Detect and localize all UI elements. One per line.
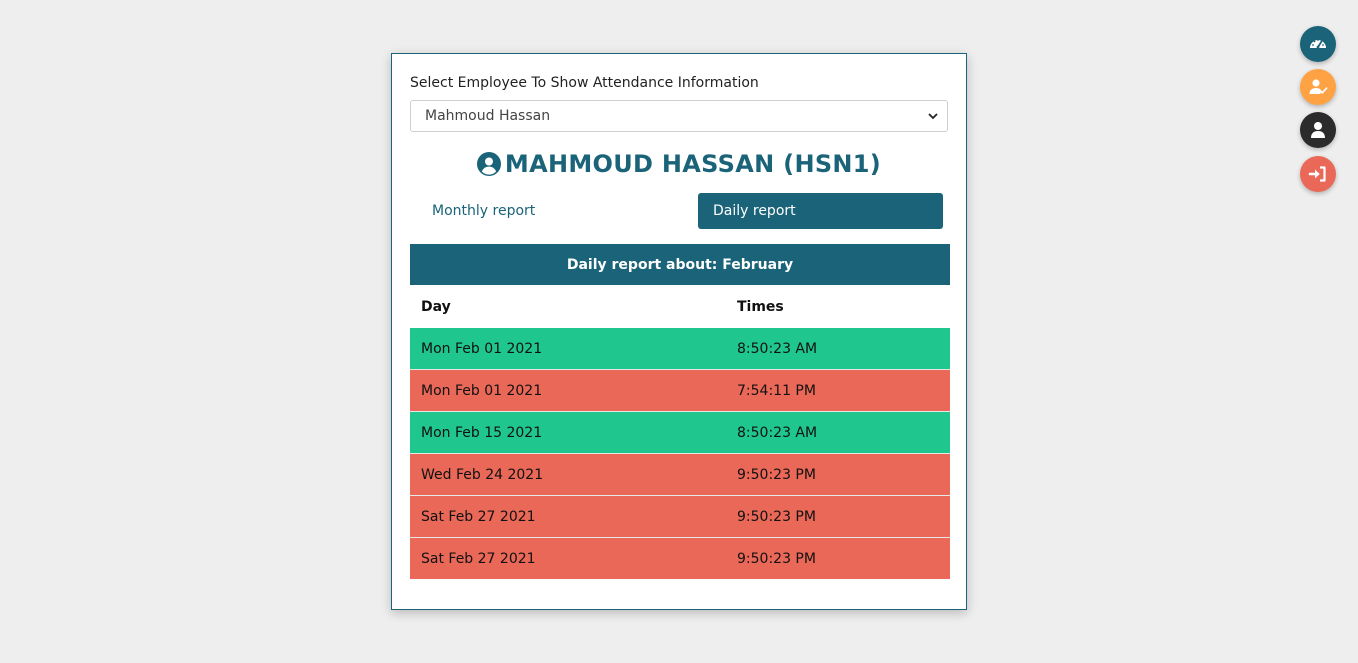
column-header-times: Times: [737, 298, 784, 315]
report-header: Daily report about: February: [410, 244, 950, 285]
row-time: 9:50:23 PM: [737, 550, 816, 567]
table-body: Mon Feb 01 2021 8:50:23 AM Mon Feb 01 20…: [410, 328, 950, 579]
row-time: 9:50:23 PM: [737, 466, 816, 483]
tab-daily-report[interactable]: Daily report: [698, 193, 943, 229]
table-row: Mon Feb 01 2021 7:54:11 PM: [410, 370, 950, 412]
row-day: Sat Feb 27 2021: [421, 550, 536, 567]
row-time: 9:50:23 PM: [737, 508, 816, 525]
sign-in-icon: [1308, 166, 1326, 182]
attendance-table: Day Times Mon Feb 01 2021 8:50:23 AM Mon…: [410, 285, 950, 579]
chevron-down-icon: [928, 113, 938, 120]
employee-title: MAHMOUD HASSAN (HSN1): [392, 150, 966, 178]
row-day: Mon Feb 01 2021: [421, 382, 543, 399]
employee-select[interactable]: Mahmoud Hassan: [410, 100, 948, 132]
table-row: Wed Feb 24 2021 9:50:23 PM: [410, 454, 950, 496]
user-icon: [1311, 122, 1325, 138]
attendance-card: Select Employee To Show Attendance Infor…: [391, 53, 967, 610]
row-time: 8:50:23 AM: [737, 340, 818, 357]
logout-button[interactable]: [1300, 156, 1336, 192]
row-time: 8:50:23 AM: [737, 424, 818, 441]
table-header: Day Times: [410, 285, 950, 328]
dashboard-icon: [1310, 39, 1326, 49]
profile-button[interactable]: [1300, 112, 1336, 148]
row-time: 7:54:11 PM: [737, 382, 816, 399]
row-day: Mon Feb 15 2021: [421, 424, 543, 441]
report-tabs: Monthly report Daily report: [410, 193, 944, 229]
table-row: Mon Feb 15 2021 8:50:23 AM: [410, 412, 950, 454]
user-circle-icon: [476, 152, 501, 176]
column-header-day: Day: [421, 298, 451, 315]
user-check-icon: [1309, 79, 1328, 94]
select-employee-label: Select Employee To Show Attendance Infor…: [410, 75, 759, 91]
dashboard-button[interactable]: [1300, 26, 1336, 62]
row-day: Sat Feb 27 2021: [421, 508, 536, 525]
table-row: Sat Feb 27 2021 9:50:23 PM: [410, 538, 950, 579]
attendance-button[interactable]: [1300, 69, 1336, 105]
employee-select-value: Mahmoud Hassan: [425, 108, 551, 124]
table-row: Sat Feb 27 2021 9:50:23 PM: [410, 496, 950, 538]
row-day: Wed Feb 24 2021: [421, 466, 544, 483]
employee-name: MAHMOUD HASSAN (HSN1): [504, 150, 882, 178]
tab-monthly-report[interactable]: Monthly report: [432, 203, 535, 219]
table-row: Mon Feb 01 2021 8:50:23 AM: [410, 328, 950, 370]
row-day: Mon Feb 01 2021: [421, 340, 543, 357]
